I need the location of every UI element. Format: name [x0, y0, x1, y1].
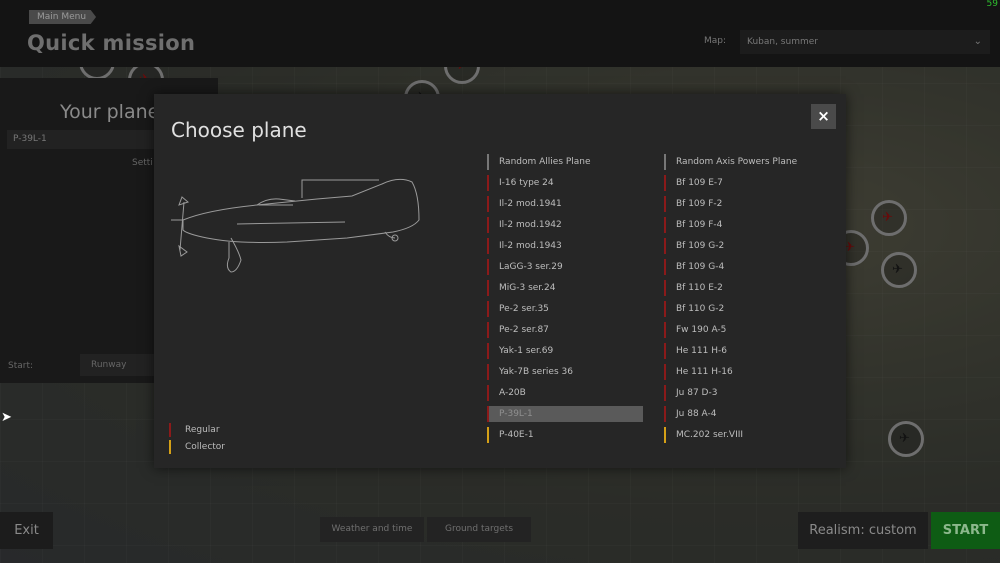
realism-button[interactable]: Realism: custom	[798, 512, 928, 549]
bottom-bar: Exit Weather and time Ground targets Rea…	[0, 510, 1000, 563]
plane-list-item[interactable]: LaGG-3 ser.29	[487, 259, 643, 275]
ground-targets-button[interactable]: Ground targets	[427, 517, 531, 542]
plane-list-item[interactable]: P-40E-1	[487, 427, 643, 443]
fps-counter: 59	[986, 0, 998, 9]
plane-list-item[interactable]: Bf 109 E-7	[664, 175, 820, 191]
legend-regular: Regular	[169, 423, 220, 437]
plane-list-item[interactable]: MiG-3 ser.24	[487, 280, 643, 296]
your-plane-title: Your plane	[60, 101, 160, 123]
plane-list-item[interactable]: Pe-2 ser.87	[487, 322, 643, 338]
plane-list-item[interactable]: Bf 110 G-2	[664, 301, 820, 317]
plane-list-item[interactable]: Il-2 mod.1941	[487, 196, 643, 212]
mouse-cursor-icon: ➤	[1, 410, 12, 425]
plane-list-item[interactable]: Bf 109 G-2	[664, 238, 820, 254]
plane-list-item[interactable]: Il-2 mod.1942	[487, 217, 643, 233]
plane-list-item[interactable]: He 111 H-6	[664, 343, 820, 359]
plane-list-item[interactable]: P-39L-1	[487, 406, 643, 422]
plane-list-item[interactable]: He 111 H-16	[664, 364, 820, 380]
axis-plane-list: Random Axis Powers Plane Bf 109 E-7 Bf 109…	[664, 154, 820, 448]
plane-list-item[interactable]: Yak-1 ser.69	[487, 343, 643, 359]
plane-list-item[interactable]: MC.202 ser.VIII	[664, 427, 820, 443]
choose-plane-dialog: Choose plane × Regular Collector Random …	[154, 94, 846, 468]
map-label: Map:	[704, 36, 727, 46]
map-select-value: Kuban, summer	[747, 37, 818, 47]
settings-button[interactable]: Setti	[132, 158, 153, 168]
plane-list-item[interactable]: Pe-2 ser.35	[487, 301, 643, 317]
chevron-down-icon: ⌄	[973, 36, 982, 47]
exit-button[interactable]: Exit	[0, 512, 53, 549]
plane-list-item[interactable]: Bf 109 F-4	[664, 217, 820, 233]
plane-list-item[interactable]: Yak-7B series 36	[487, 364, 643, 380]
plane-list-item[interactable]: Il-2 mod.1943	[487, 238, 643, 254]
plane-list-item[interactable]: Random Axis Powers Plane	[664, 154, 820, 170]
close-button[interactable]: ×	[811, 104, 836, 129]
breadcrumb-main-menu[interactable]: Main Menu	[29, 10, 97, 24]
plane-list-item[interactable]: Random Allies Plane	[487, 154, 643, 170]
start-button[interactable]: START	[931, 512, 1000, 549]
plane-list-item[interactable]: A-20B	[487, 385, 643, 401]
legend-collector: Collector	[169, 440, 225, 454]
plane-list-item[interactable]: Bf 109 G-4	[664, 259, 820, 275]
map-select[interactable]: Kuban, summer ⌄	[740, 30, 990, 54]
plane-list-item[interactable]: Ju 87 D-3	[664, 385, 820, 401]
top-bar: Main Menu Quick mission Map: Kuban, summ…	[0, 0, 1000, 67]
weather-and-time-button[interactable]: Weather and time	[320, 517, 424, 542]
start-label: Start:	[8, 361, 34, 371]
plane-list-item[interactable]: Ju 88 A-4	[664, 406, 820, 422]
plane-list-item[interactable]: I-16 type 24	[487, 175, 643, 191]
dialog-title: Choose plane	[171, 118, 307, 142]
plane-list-item[interactable]: Bf 109 F-2	[664, 196, 820, 212]
plane-silhouette-icon	[171, 178, 420, 273]
plane-list-item[interactable]: Bf 110 E-2	[664, 280, 820, 296]
allies-plane-list: Random Allies Plane I-16 type 24 Il-2 mod.…	[487, 154, 643, 448]
plane-list-item[interactable]: Fw 190 A-5	[664, 322, 820, 338]
page-title: Quick mission	[27, 31, 196, 55]
